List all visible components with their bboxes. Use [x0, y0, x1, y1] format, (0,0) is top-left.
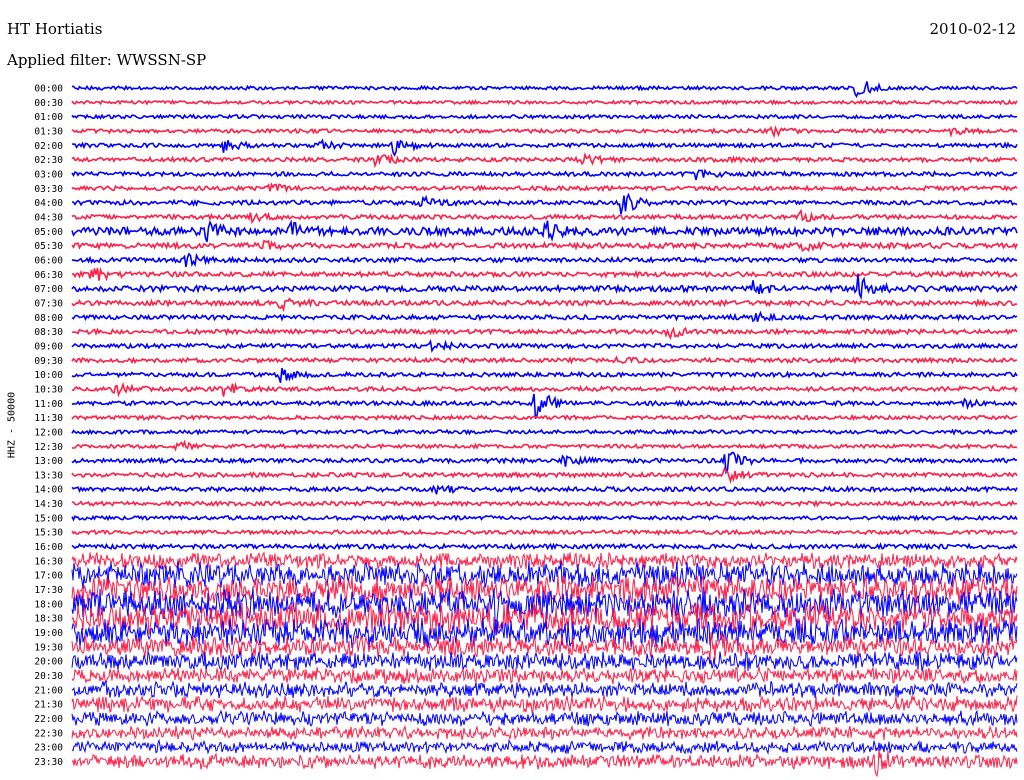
time-label-1430: 14:30	[34, 499, 63, 510]
time-label-0300: 03:00	[34, 169, 63, 180]
time-label-2300: 23:00	[34, 743, 63, 754]
trace-1600	[71, 542, 1018, 551]
time-label-1730: 17:30	[34, 585, 63, 596]
time-label-1900: 19:00	[34, 628, 63, 639]
trace-2100	[71, 680, 1018, 700]
trace-1030	[71, 381, 1018, 398]
time-label-0800: 08:00	[34, 313, 63, 324]
trace-1300	[71, 451, 1018, 475]
trace-0400	[71, 192, 1018, 215]
time-label-0930: 09:30	[34, 356, 63, 367]
trace-0900	[71, 339, 1018, 353]
time-label-1330: 13:30	[34, 470, 63, 481]
time-label-0900: 09:00	[34, 341, 63, 352]
trace-0800	[71, 310, 1018, 323]
helicorder-chart: 00:00 00:30 01:00 01:30 02:00 02:30 03:00 03:30…	[34, 81, 1018, 778]
time-label-0500: 05:00	[34, 227, 63, 238]
time-label-2230: 22:30	[34, 728, 63, 739]
trace-2230	[71, 724, 1018, 742]
time-label-1100: 11:00	[34, 399, 63, 410]
time-label-1300: 13:00	[34, 456, 63, 467]
trace-2030	[71, 665, 1018, 685]
time-label-2100: 21:00	[34, 685, 63, 696]
time-label-1230: 12:30	[34, 442, 63, 453]
trace-1430	[71, 499, 1017, 508]
time-label-1030: 10:30	[34, 384, 63, 395]
time-label-1530: 15:30	[34, 528, 63, 539]
trace-1230	[71, 439, 1018, 452]
trace-0700	[71, 274, 1018, 301]
trace-0100	[71, 113, 1018, 120]
time-label-0200: 02:00	[34, 141, 63, 152]
time-label-2030: 20:30	[34, 671, 63, 682]
time-label-1000: 10:00	[34, 370, 63, 381]
time-label-0230: 02:30	[34, 155, 63, 166]
time-label-0100: 01:00	[34, 112, 63, 123]
time-label-0330: 03:30	[34, 184, 63, 195]
trace-2300	[71, 738, 1018, 756]
trace-0530	[71, 239, 1018, 253]
trace-1530	[71, 528, 1018, 536]
trace-1400	[71, 484, 1018, 495]
time-label-1400: 14:00	[34, 485, 63, 496]
trace-1130	[71, 413, 1018, 422]
time-label-2000: 20:00	[34, 657, 63, 668]
time-label-0400: 04:00	[34, 198, 63, 209]
trace-0500	[71, 219, 1018, 243]
trace-1200	[71, 428, 1018, 436]
time-label-0730: 07:30	[34, 298, 63, 309]
time-label-2330: 23:30	[34, 757, 63, 768]
time-label-0630: 06:30	[34, 270, 63, 281]
time-label-2200: 22:00	[34, 714, 63, 725]
trace-2130	[71, 695, 1018, 715]
trace-1500	[71, 514, 1018, 522]
trace-0330	[71, 182, 1018, 194]
time-label-2130: 21:30	[34, 700, 63, 711]
time-label-1130: 11:30	[34, 413, 63, 424]
time-label-0130: 01:30	[34, 126, 63, 137]
time-label-0430: 04:30	[34, 212, 63, 223]
time-label-1500: 15:00	[34, 513, 63, 524]
time-label-1930: 19:30	[34, 642, 63, 653]
trace-0930	[71, 355, 1018, 365]
trace-2330	[71, 749, 1018, 778]
time-label-0530: 05:30	[34, 241, 63, 252]
time-label-0000: 00:00	[34, 84, 63, 95]
time-label-1800: 18:00	[34, 599, 63, 610]
trace-0830	[71, 326, 1018, 341]
time-label-1700: 17:00	[34, 571, 63, 582]
time-label-1630: 16:30	[34, 556, 63, 567]
time-label-1830: 18:30	[34, 614, 63, 625]
trace-0600	[71, 252, 1018, 268]
trace-0000	[72, 81, 1018, 99]
trace-0030	[71, 99, 1018, 106]
trace-2000	[71, 650, 1018, 672]
trace-0730	[71, 297, 1018, 313]
seismic-traces	[71, 81, 1018, 778]
time-labels: 00:00 00:30 01:00 01:30 02:00 02:30 03:00 03:30…	[34, 84, 63, 769]
trace-0200	[71, 138, 1018, 157]
trace-0130	[71, 125, 1018, 139]
trace-0430	[71, 208, 1018, 225]
trace-0630	[71, 266, 1018, 282]
trace-2200	[71, 709, 1018, 727]
time-label-0830: 08:30	[34, 327, 63, 338]
trace-0300	[71, 168, 1018, 181]
trace-1330	[71, 466, 1018, 485]
time-label-1200: 12:00	[34, 427, 63, 438]
time-label-0700: 07:00	[34, 284, 63, 295]
time-label-0030: 00:30	[34, 98, 63, 109]
trace-1100	[71, 393, 1018, 420]
trace-1000	[71, 367, 1018, 384]
trace-0230	[71, 152, 1017, 169]
time-label-1600: 16:00	[34, 542, 63, 553]
time-label-0600: 06:00	[34, 255, 63, 266]
